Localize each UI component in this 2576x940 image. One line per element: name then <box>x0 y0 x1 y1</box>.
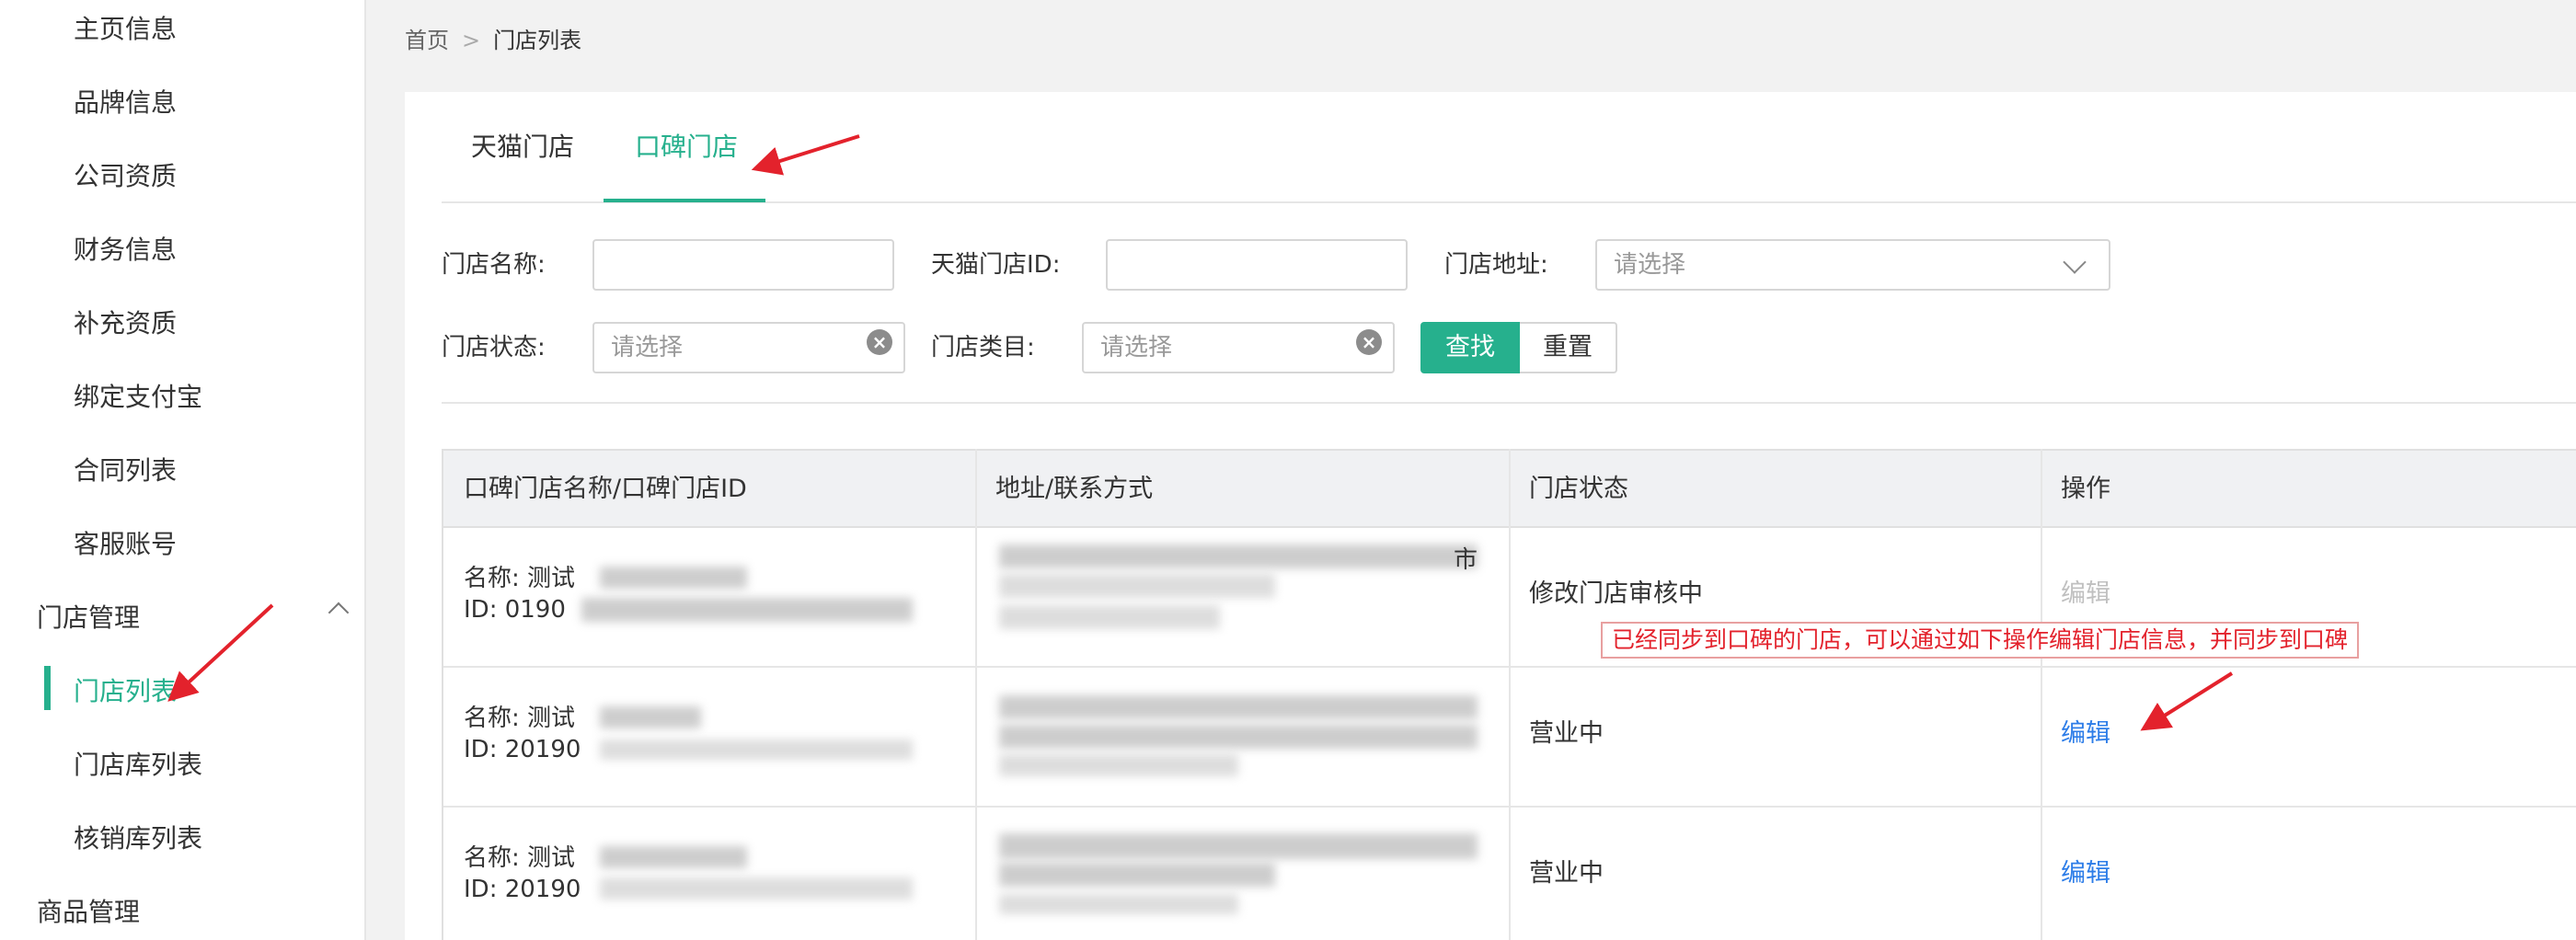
tab-tmall-stores[interactable]: 天猫门店 <box>471 129 574 166</box>
store-status-text: 营业中 <box>1529 719 1604 748</box>
search-button[interactable]: 查找 <box>1420 322 1520 373</box>
redacted-contact <box>999 605 1220 629</box>
store-category-label: 门店类目: <box>931 334 1035 361</box>
store-name-cell: 名称: 测试 <box>464 844 576 872</box>
filter-divider <box>442 402 2576 404</box>
sidebar-item-contract-list[interactable]: 合同列表 <box>74 453 177 489</box>
redacted-contact <box>999 754 1238 776</box>
breadcrumb-separator: > <box>462 28 481 53</box>
clear-category-icon[interactable]: × <box>1356 329 1382 355</box>
redacted-id <box>581 598 913 622</box>
tab-koubei-stores[interactable]: 口碑门店 <box>635 129 738 166</box>
store-status-label: 门店状态: <box>442 334 546 361</box>
column-divider <box>975 449 977 940</box>
store-address-label: 门店地址: <box>1444 251 1548 279</box>
store-id-cell: ID: 0190 <box>464 596 566 624</box>
redacted-contact <box>999 894 1238 914</box>
clear-status-icon[interactable]: × <box>867 329 892 355</box>
active-indicator <box>44 666 51 710</box>
redacted-name <box>600 846 747 868</box>
redacted-address <box>999 574 1275 598</box>
reset-button[interactable]: 重置 <box>1520 322 1617 373</box>
redacted-address <box>999 833 1478 859</box>
sidebar-item-finance-info[interactable]: 财务信息 <box>74 232 177 269</box>
row-divider <box>443 806 2576 808</box>
redacted-address <box>999 725 1478 749</box>
sidebar-item-bind-alipay[interactable]: 绑定支付宝 <box>74 379 202 416</box>
breadcrumb-home[interactable]: 首页 <box>405 28 449 53</box>
redacted-address <box>999 695 1478 719</box>
store-id-cell: ID: 20190 <box>464 736 581 763</box>
store-id-cell: ID: 20190 <box>464 876 581 903</box>
store-name-cell: 名称: 测试 <box>464 705 576 732</box>
store-status-select[interactable]: 请选择 <box>592 322 905 373</box>
column-divider <box>1509 449 1511 940</box>
sidebar: 主页信息 品牌信息 公司资质 财务信息 补充资质 绑定支付宝 合同列表 客服账号… <box>0 0 366 940</box>
store-status-text: 营业中 <box>1529 859 1604 888</box>
column-divider <box>2041 449 2042 940</box>
redacted-name <box>600 567 747 589</box>
redacted-address <box>999 863 1275 887</box>
breadcrumb-current: 门店列表 <box>493 28 582 53</box>
sidebar-item-home-info[interactable]: 主页信息 <box>74 11 177 48</box>
edit-link[interactable]: 编辑 <box>2061 716 2110 752</box>
sidebar-item-brand-info[interactable]: 品牌信息 <box>74 85 177 121</box>
sidebar-item-service-account[interactable]: 客服账号 <box>74 526 177 563</box>
store-address-select[interactable]: 请选择 <box>1595 239 2110 291</box>
column-header-name-id: 口碑门店名称/口碑门店ID <box>464 475 747 503</box>
edit-link-disabled: 编辑 <box>2061 579 2110 608</box>
chevron-up-icon[interactable] <box>328 602 350 624</box>
store-table: 口碑门店名称/口碑门店ID 地址/联系方式 门店状态 操作 名称: 测试 ID:… <box>442 449 2576 940</box>
breadcrumb: 首页 > 门店列表 <box>405 22 581 59</box>
store-name-label: 门店名称: <box>442 251 546 279</box>
row-divider <box>443 666 2576 668</box>
store-name-input[interactable] <box>592 239 894 291</box>
redacted-id <box>600 739 913 760</box>
address-tail-text: 市 <box>1454 546 1478 574</box>
store-status-text: 修改门店审核中 <box>1529 579 1703 608</box>
sidebar-item-supplementary-qualification[interactable]: 补充资质 <box>74 305 177 342</box>
sidebar-item-store-library-list[interactable]: 门店库列表 <box>74 747 202 784</box>
column-header-address-contact: 地址/联系方式 <box>995 475 1154 503</box>
annotation-callout: 已经同步到口碑的门店，可以通过如下操作编辑门店信息，并同步到口碑 <box>1601 622 2360 659</box>
redacted-address <box>999 545 1478 568</box>
redacted-id <box>600 877 913 900</box>
store-category-select[interactable]: 请选择 <box>1082 322 1395 373</box>
column-header-actions: 操作 <box>2061 475 2110 503</box>
tmall-store-id-label: 天猫门店ID: <box>931 251 1061 279</box>
tmall-store-id-input[interactable] <box>1106 239 1408 291</box>
edit-link[interactable]: 编辑 <box>2061 855 2110 892</box>
sidebar-item-store-list[interactable]: 门店列表 <box>74 673 177 710</box>
sidebar-item-company-qualification[interactable]: 公司资质 <box>74 158 177 195</box>
active-tab-underline <box>604 199 765 202</box>
sidebar-group-store-management[interactable]: 门店管理 <box>37 600 140 636</box>
store-name-cell: 名称: 测试 <box>464 565 576 592</box>
sidebar-group-goods-management[interactable]: 商品管理 <box>37 894 140 931</box>
redacted-name <box>600 706 701 728</box>
column-header-status: 门店状态 <box>1529 475 1628 503</box>
sidebar-item-verification-library-list[interactable]: 核销库列表 <box>74 820 202 857</box>
